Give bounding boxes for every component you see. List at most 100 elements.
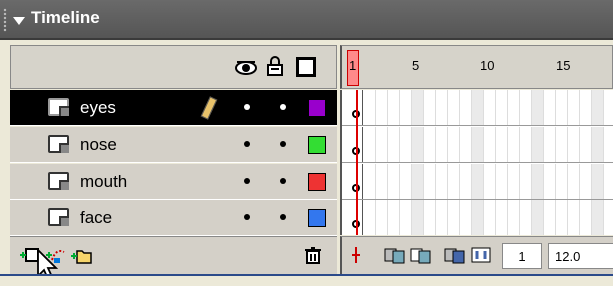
frame-row[interactable]	[342, 127, 613, 163]
frame-cell[interactable]	[424, 90, 436, 125]
frame-cell[interactable]	[532, 90, 544, 125]
frame-cell[interactable]	[400, 200, 412, 235]
frame-cell[interactable]	[508, 164, 520, 199]
frame-cell[interactable]	[580, 90, 592, 125]
collapse-arrow-icon[interactable]	[13, 17, 25, 25]
frame-cell[interactable]	[412, 164, 424, 199]
frame-cell[interactable]	[520, 90, 532, 125]
frame-cell[interactable]	[556, 127, 568, 162]
frame-cell[interactable]	[388, 164, 400, 199]
frame-cell[interactable]	[604, 200, 613, 235]
layer-color-swatch[interactable]	[308, 99, 326, 117]
frame-cell[interactable]	[484, 164, 496, 199]
visibility-dot[interactable]	[244, 214, 250, 220]
insert-folder-icon[interactable]	[70, 246, 92, 264]
frame-cell[interactable]	[472, 127, 484, 162]
frame-cell[interactable]	[508, 127, 520, 162]
frame-cell[interactable]	[424, 127, 436, 162]
frame-cell[interactable]	[364, 200, 376, 235]
panel-grip[interactable]	[3, 8, 7, 32]
frame-cell[interactable]	[424, 164, 436, 199]
current-frame-field[interactable]: 1	[502, 243, 542, 269]
frame-cell[interactable]	[472, 164, 484, 199]
frame-cell[interactable]	[376, 90, 388, 125]
frame-cell[interactable]	[544, 164, 556, 199]
frame-cell[interactable]	[376, 164, 388, 199]
edit-multiple-frames-icon[interactable]	[444, 246, 466, 264]
timeline-panel-titlebar[interactable]: Timeline	[0, 0, 613, 40]
frame-cell[interactable]	[376, 200, 388, 235]
visibility-dot[interactable]	[244, 178, 250, 184]
frame-cell[interactable]	[508, 200, 520, 235]
frame-cell[interactable]	[364, 90, 376, 125]
frame-cell[interactable]	[388, 90, 400, 125]
layer-row-face[interactable]: face	[10, 200, 337, 236]
frame-cell[interactable]	[484, 200, 496, 235]
frame-cell[interactable]	[400, 127, 412, 162]
frame-cell[interactable]	[544, 90, 556, 125]
frame-cell[interactable]	[544, 127, 556, 162]
onion-skin-icon[interactable]	[384, 246, 406, 264]
frame-cell[interactable]	[568, 164, 580, 199]
layer-color-swatch[interactable]	[308, 209, 326, 227]
frame-cell[interactable]	[448, 127, 460, 162]
frame-ruler[interactable]: 1 5 10 15	[340, 45, 613, 89]
frame-cell[interactable]	[592, 200, 604, 235]
frame-cell[interactable]	[532, 200, 544, 235]
frame-cell[interactable]	[400, 164, 412, 199]
frame-cell[interactable]	[436, 164, 448, 199]
frame-cell[interactable]	[496, 90, 508, 125]
layer-color-swatch[interactable]	[308, 136, 326, 154]
frame-cell[interactable]	[472, 90, 484, 125]
frame-rate-field[interactable]: 12.0	[548, 243, 613, 269]
frame-cell[interactable]	[412, 90, 424, 125]
frame-cell[interactable]	[424, 200, 436, 235]
frame-cell[interactable]	[460, 164, 472, 199]
lock-dot[interactable]	[280, 104, 286, 110]
layer-row-mouth[interactable]: mouth	[10, 164, 337, 200]
frame-cell[interactable]	[520, 200, 532, 235]
onion-skin-outlines-icon[interactable]	[410, 246, 432, 264]
frame-cell[interactable]	[604, 90, 613, 125]
frame-cell[interactable]	[604, 164, 613, 199]
frame-cell[interactable]	[364, 164, 376, 199]
frame-cell[interactable]	[436, 200, 448, 235]
frame-cell[interactable]	[484, 127, 496, 162]
frame-cell[interactable]	[436, 90, 448, 125]
frame-cell[interactable]	[412, 127, 424, 162]
outline-icon[interactable]	[296, 57, 316, 77]
frame-cell[interactable]	[580, 200, 592, 235]
frame-row[interactable]	[342, 200, 613, 235]
layer-color-swatch[interactable]	[308, 173, 326, 191]
frame-cell[interactable]	[376, 127, 388, 162]
frame-grid[interactable]	[340, 90, 613, 235]
frame-cell[interactable]	[448, 200, 460, 235]
frame-cell[interactable]	[496, 127, 508, 162]
frame-cell[interactable]	[592, 127, 604, 162]
frame-cell[interactable]	[604, 127, 613, 162]
frame-cell[interactable]	[436, 127, 448, 162]
frame-cell[interactable]	[448, 90, 460, 125]
frame-cell[interactable]	[544, 200, 556, 235]
lock-dot[interactable]	[280, 141, 286, 147]
frame-cell[interactable]	[568, 200, 580, 235]
center-frame-icon[interactable]	[350, 246, 362, 264]
frame-row[interactable]	[342, 164, 613, 200]
frame-cell[interactable]	[364, 127, 376, 162]
frame-cell[interactable]	[556, 90, 568, 125]
delete-layer-icon[interactable]	[302, 246, 324, 264]
visibility-dot[interactable]	[244, 104, 250, 110]
frame-cell[interactable]	[400, 90, 412, 125]
layer-row-eyes[interactable]: eyes	[10, 90, 337, 126]
frame-cell[interactable]	[448, 164, 460, 199]
frame-cell[interactable]	[496, 200, 508, 235]
layer-row-nose[interactable]: nose	[10, 127, 337, 163]
lock-dot[interactable]	[280, 178, 286, 184]
frame-cell[interactable]	[496, 164, 508, 199]
frame-row[interactable]	[342, 90, 613, 126]
frame-cell[interactable]	[592, 164, 604, 199]
frame-cell[interactable]	[532, 164, 544, 199]
lock-icon[interactable]	[267, 56, 283, 76]
frame-cell[interactable]	[484, 90, 496, 125]
frame-cell[interactable]	[460, 127, 472, 162]
